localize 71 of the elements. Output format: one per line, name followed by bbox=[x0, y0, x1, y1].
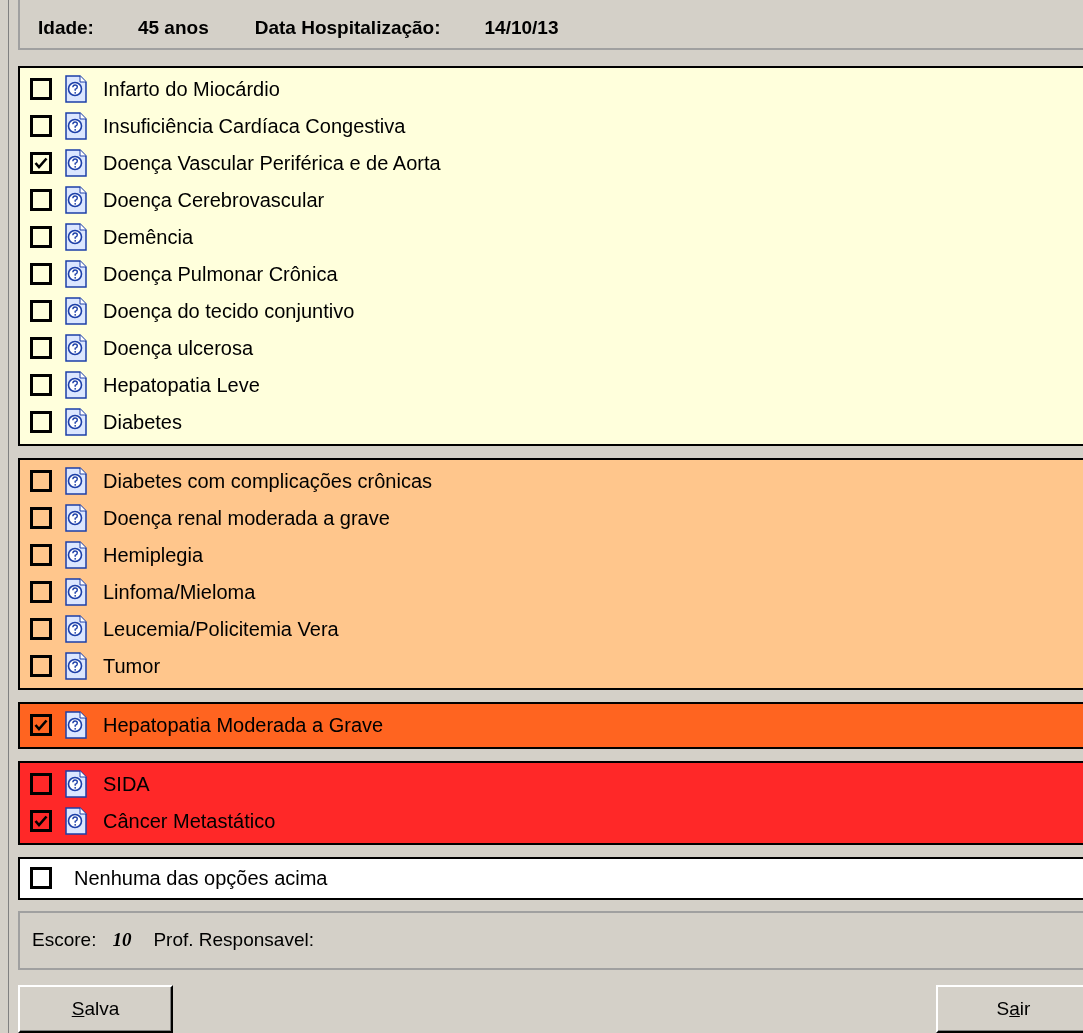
responsible-label: Prof. Responsavel: bbox=[153, 928, 314, 953]
checkbox[interactable] bbox=[30, 189, 52, 212]
checkbox[interactable] bbox=[30, 78, 52, 101]
checkbox[interactable] bbox=[30, 618, 52, 641]
condition-label: Leucemia/Policitemia Vera bbox=[103, 617, 339, 643]
condition-label: SIDA bbox=[103, 772, 150, 798]
checkbox[interactable] bbox=[30, 470, 52, 493]
help-document-icon[interactable] bbox=[64, 540, 88, 571]
field-label: Data Hospitalização: bbox=[254, 16, 441, 40]
help-document-icon[interactable] bbox=[64, 74, 88, 105]
condition-label: Doença Vascular Periférica e de Aorta bbox=[103, 151, 441, 177]
checkbox[interactable] bbox=[30, 374, 52, 397]
field-label: Idade: bbox=[38, 16, 94, 40]
field-value: 45 anos bbox=[137, 16, 209, 40]
condition-label: Diabetes com complicações crônicas bbox=[103, 469, 433, 495]
score-value: 10 bbox=[112, 928, 132, 953]
help-document-icon[interactable] bbox=[64, 185, 88, 216]
checkbox[interactable] bbox=[30, 655, 52, 678]
check-mark-icon bbox=[34, 718, 48, 733]
help-document-icon[interactable] bbox=[64, 407, 88, 438]
condition-label: Hepatopatia Moderada a Grave bbox=[103, 713, 384, 739]
condition-label: Doença renal moderada a grave bbox=[103, 506, 390, 532]
condition-label: Linfoma/Mieloma bbox=[103, 580, 256, 606]
checkbox[interactable] bbox=[30, 507, 52, 530]
help-document-icon[interactable] bbox=[64, 370, 88, 401]
checkbox[interactable] bbox=[30, 544, 52, 567]
field-value: 14/10/13 bbox=[484, 16, 559, 40]
checkbox[interactable] bbox=[30, 581, 52, 604]
help-document-icon[interactable] bbox=[64, 296, 88, 327]
score-label: Escore: bbox=[32, 928, 97, 953]
condition-label: Hepatopatia Leve bbox=[103, 373, 260, 399]
checkbox[interactable] bbox=[30, 115, 52, 138]
help-document-icon[interactable] bbox=[64, 769, 88, 800]
help-document-icon[interactable] bbox=[64, 614, 88, 645]
action-button[interactable]: Sair bbox=[936, 985, 1083, 1033]
condition-label: Diabetes bbox=[103, 410, 182, 436]
condition-label: Tumor bbox=[103, 654, 161, 680]
condition-label: Demência bbox=[103, 225, 194, 251]
checkbox[interactable] bbox=[30, 867, 52, 890]
checkbox[interactable] bbox=[30, 714, 52, 737]
condition-label: Doença ulcerosa bbox=[103, 336, 254, 362]
help-document-icon[interactable] bbox=[64, 222, 88, 253]
checkbox[interactable] bbox=[30, 263, 52, 286]
checkbox[interactable] bbox=[30, 810, 52, 833]
checkbox[interactable] bbox=[30, 152, 52, 175]
condition-label: Hemiplegia bbox=[103, 543, 204, 569]
action-button[interactable]: Salva bbox=[18, 985, 173, 1033]
condition-label: Câncer Metastático bbox=[103, 809, 276, 835]
help-document-icon[interactable] bbox=[64, 806, 88, 837]
help-document-icon[interactable] bbox=[64, 503, 88, 534]
help-document-icon[interactable] bbox=[64, 259, 88, 290]
checkbox[interactable] bbox=[30, 337, 52, 360]
help-document-icon[interactable] bbox=[64, 710, 88, 741]
condition-label: Doença do tecido conjuntivo bbox=[103, 299, 355, 325]
help-document-icon[interactable] bbox=[64, 148, 88, 179]
condition-label: Insuficiência Cardíaca Congestiva bbox=[103, 114, 406, 140]
option-label: Nenhuma das opções acima bbox=[74, 866, 328, 892]
checkbox[interactable] bbox=[30, 226, 52, 249]
check-mark-icon bbox=[34, 156, 48, 171]
help-document-icon[interactable] bbox=[64, 333, 88, 364]
condition-label: Doença Cerebrovascular bbox=[103, 188, 325, 214]
help-document-icon[interactable] bbox=[64, 651, 88, 682]
condition-label: Doença Pulmonar Crônica bbox=[103, 262, 338, 288]
checkbox[interactable] bbox=[30, 773, 52, 796]
check-mark-icon bbox=[34, 814, 48, 829]
help-document-icon[interactable] bbox=[64, 111, 88, 142]
help-document-icon[interactable] bbox=[64, 466, 88, 497]
help-document-icon[interactable] bbox=[64, 577, 88, 608]
checkbox[interactable] bbox=[30, 300, 52, 323]
checkbox[interactable] bbox=[30, 411, 52, 434]
condition-label: Infarto do Miocárdio bbox=[103, 77, 280, 103]
